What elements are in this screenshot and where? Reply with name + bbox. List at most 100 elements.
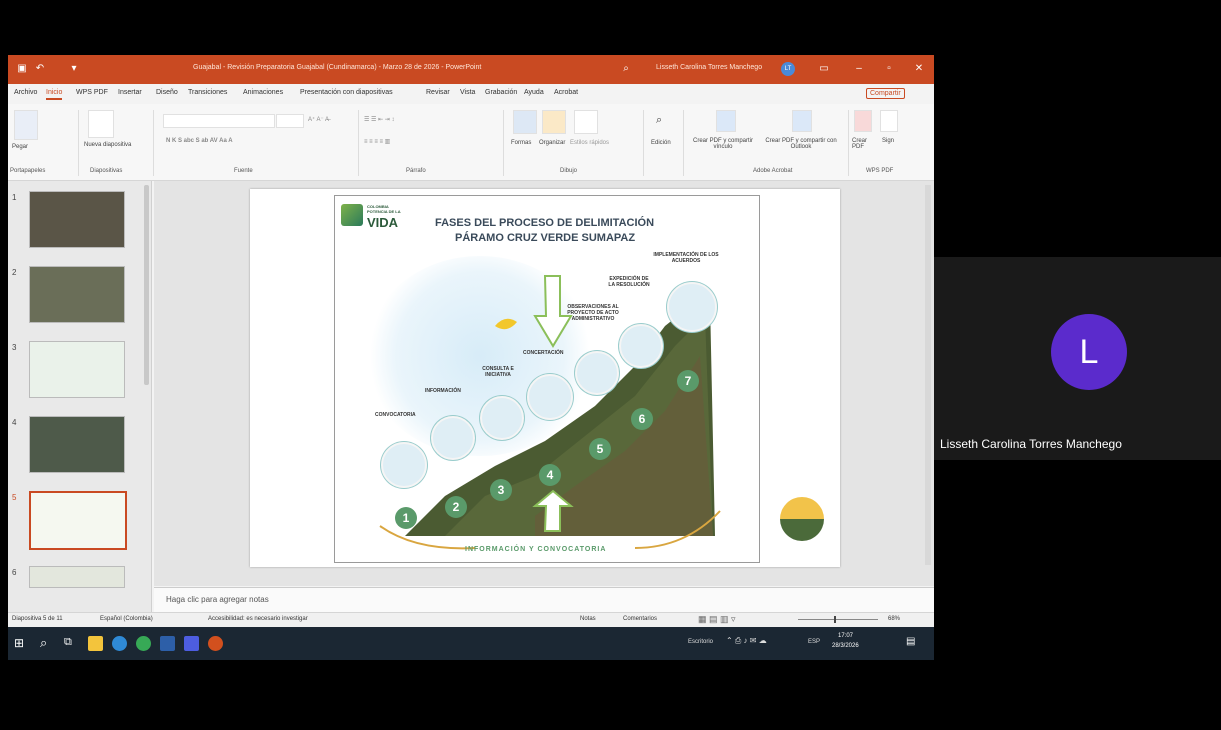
quick-styles-icon[interactable] (574, 110, 598, 134)
font-grow-icon[interactable]: A⁺ A⁻ A̶ (308, 116, 329, 123)
editing-label[interactable]: Edición (651, 140, 671, 146)
paste-label[interactable]: Pegar (12, 144, 28, 150)
status-bar: Diapositiva 5 de 11 Español (Colombia) A… (8, 612, 934, 627)
editor-scrollbar[interactable] (925, 185, 931, 565)
phase-number-5: 5 (589, 438, 611, 460)
tab-grabacion[interactable]: Grabación (485, 89, 517, 96)
view-buttons-icons[interactable]: ▦ ▤ ▥ ▿ (698, 614, 736, 625)
tab-archivo[interactable]: Archivo (14, 89, 37, 96)
save-icon[interactable]: ▣ (16, 63, 28, 75)
new-slide-icon[interactable] (88, 110, 114, 138)
search-icon[interactable]: ⌕ (620, 63, 632, 75)
chrome-icon[interactable] (136, 636, 151, 651)
teams-icon[interactable] (184, 636, 199, 651)
create-pdf-outlook-label[interactable]: Crear PDF y compartir con Outlook (760, 138, 842, 150)
windows-start-icon[interactable]: ⊞ (14, 636, 28, 650)
search-taskbar-icon[interactable]: ⌕ (40, 635, 47, 651)
accessibility-indicator[interactable]: Accesibilidad: es necesario investigar (208, 616, 308, 622)
font-name-box[interactable] (163, 114, 275, 128)
edge-icon[interactable] (112, 636, 127, 651)
thumbnails-scrollbar[interactable] (144, 185, 149, 385)
task-view-icon[interactable]: ⧉ (64, 636, 72, 649)
participant-name: Lisseth Carolina Torres Manchego (940, 437, 1122, 451)
shared-screen: ▣ ↶ ▾ Guajabal - Revisión Preparatoria G… (8, 55, 934, 660)
tab-insertar[interactable]: Insertar (118, 89, 142, 96)
thumb-number: 2 (12, 268, 17, 277)
powerpoint-taskbar-icon[interactable] (208, 636, 223, 651)
font-format-icons[interactable]: N K S abc S ab AV Aa A (166, 138, 233, 144)
current-slide[interactable]: COLOMBIA POTENCIA DE LA VIDA FASES DEL P… (250, 189, 840, 567)
arrange-label[interactable]: Organizar (539, 140, 565, 146)
file-explorer-icon[interactable] (88, 636, 103, 651)
slide-thumbnail-5-selected[interactable] (29, 491, 127, 550)
quick-styles-label[interactable]: Estilos rápidos (570, 140, 609, 146)
arrange-icon[interactable] (542, 110, 566, 134)
group-acrobat-label: Adobe Acrobat (753, 168, 793, 174)
notes-button[interactable]: Notas (580, 616, 596, 622)
participant-video-tile[interactable]: L Lisseth Carolina Torres Manchego (934, 257, 1221, 460)
thumb-number: 1 (12, 193, 17, 202)
phase-label-4: CONCERTACIÓN (523, 350, 564, 356)
create-pdf-icon[interactable] (854, 110, 872, 132)
tab-transiciones[interactable]: Transiciones (188, 89, 227, 96)
clock-time[interactable]: 17:07 (838, 633, 853, 639)
font-size-box[interactable] (276, 114, 304, 128)
close-icon[interactable]: ✕ (913, 63, 925, 75)
slide-thumbnail-2[interactable] (29, 266, 125, 323)
tab-inicio[interactable]: Inicio (46, 89, 63, 100)
slide-thumbnail-6[interactable] (29, 566, 125, 588)
slide-thumbnail-4[interactable] (29, 416, 125, 473)
clock-date[interactable]: 28/3/2026 (832, 643, 859, 649)
create-pdf-share-label[interactable]: Crear PDF y compartir vínculo (692, 138, 754, 150)
tray-icons[interactable]: ⌃ ⎙ ♪ ✉ ☁ (726, 636, 767, 646)
desktop-label[interactable]: Escritorio (688, 639, 713, 645)
phase-label-7: IMPLEMENTACIÓN DE LOS ACUERDOS (653, 252, 719, 264)
phase-number-7: 7 (677, 370, 699, 392)
phase-1-image (381, 442, 427, 488)
slide-thumbnail-1[interactable] (29, 191, 125, 248)
tab-revisar[interactable]: Revisar (426, 89, 450, 96)
language-indicator[interactable]: Español (Colombia) (100, 616, 153, 622)
pdf-share-link-icon[interactable] (716, 110, 736, 132)
tab-presentacion[interactable]: Presentación con diapositivas (300, 89, 393, 96)
tab-diseno[interactable]: Diseño (156, 89, 178, 96)
notifications-icon[interactable]: ▤ (906, 636, 915, 647)
create-pdf-label[interactable]: Crear PDF (852, 138, 874, 150)
notes-pane[interactable]: Haga clic para agregar notas (154, 587, 934, 612)
tab-ayuda[interactable]: Ayuda (524, 89, 544, 96)
new-slide-label[interactable]: Nueva diapositiva (84, 142, 131, 148)
search-editing-icon[interactable]: ⌕ (656, 114, 662, 127)
comments-button[interactable]: Comentarios (623, 616, 657, 622)
sign-icon[interactable] (880, 110, 898, 132)
user-avatar-small[interactable]: LT (781, 62, 795, 76)
keyboard-language[interactable]: ESP (808, 639, 820, 645)
zoom-slider[interactable] (798, 619, 878, 620)
tab-vista[interactable]: Vista (460, 89, 475, 96)
tab-animaciones[interactable]: Animaciones (243, 89, 283, 96)
user-name[interactable]: Lisseth Carolina Torres Manchego (656, 64, 762, 71)
slide-thumbnail-3[interactable] (29, 341, 125, 398)
zoom-slider-thumb[interactable] (834, 616, 836, 623)
shapes-label[interactable]: Formas (511, 140, 531, 146)
undo-icon[interactable]: ↶ (34, 63, 46, 75)
zoom-level[interactable]: 68% (888, 616, 900, 622)
ribbon-display-icon[interactable]: ▭ (818, 63, 830, 75)
paste-icon[interactable] (14, 110, 38, 140)
shapes-icon[interactable] (513, 110, 537, 134)
sign-label[interactable]: Sign (882, 138, 894, 144)
maximize-icon[interactable]: ▫ (883, 63, 895, 75)
customize-qa-icon[interactable]: ▾ (68, 63, 80, 75)
tab-acrobat[interactable]: Acrobat (554, 89, 578, 96)
notes-placeholder[interactable]: Haga clic para agregar notas (166, 595, 269, 604)
phase-number-6: 6 (631, 408, 653, 430)
align-icons[interactable]: ≡ ≡ ≡ ≡ ▥ (364, 138, 390, 145)
phase-3-image (480, 396, 524, 440)
word-icon[interactable] (160, 636, 175, 651)
minimize-icon[interactable]: – (853, 63, 865, 75)
pdf-outlook-icon[interactable] (792, 110, 812, 132)
thumb-number: 3 (12, 343, 17, 352)
list-icons[interactable]: ☰ ☰ ⇤ ⇥ ↕ (364, 116, 394, 123)
tab-wps-pdf[interactable]: WPS PDF (76, 89, 108, 96)
share-button[interactable]: Compartir (866, 88, 905, 99)
phase-label-6: EXPEDICIÓN DE LA RESOLUCIÓN (608, 276, 650, 288)
